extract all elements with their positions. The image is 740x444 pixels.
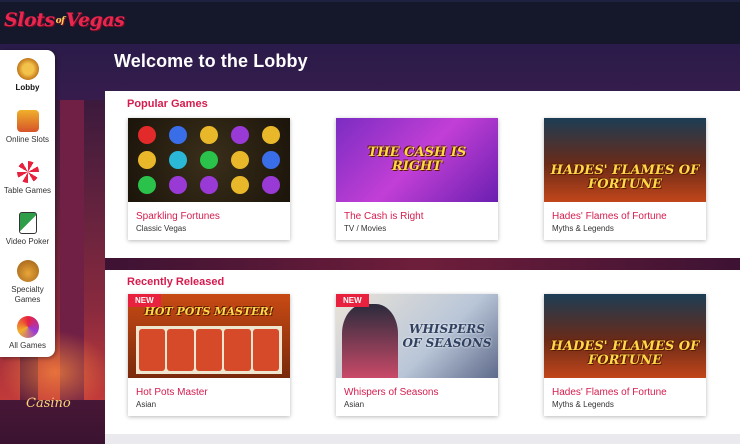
game-card-sparkling-fortunes[interactable]: Sparkling Fortunes Classic Vegas bbox=[128, 118, 290, 240]
sidebar-item-lobby[interactable]: Lobby bbox=[0, 58, 55, 93]
game-name: Hades' Flames of Fortune bbox=[552, 211, 667, 222]
playing-cards-icon bbox=[18, 212, 37, 234]
game-card-hades-flames-of-fortune-recent[interactable]: HADES' FLAMES OF FORTUNE Hades' Flames o… bbox=[544, 294, 706, 416]
game-thumbnail: THE CASH IS RIGHT bbox=[336, 118, 498, 202]
thumbnail-logo: WHISPERS OF SEASONS bbox=[402, 322, 492, 350]
game-name: The Cash is Right bbox=[344, 211, 424, 222]
sidebar-item-video-poker[interactable]: Video Poker bbox=[0, 212, 55, 247]
sidebar-item-label: Lobby bbox=[15, 83, 40, 92]
site-logo[interactable]: SlotsofVegas bbox=[4, 9, 125, 31]
game-card-whispers-of-seasons[interactable]: WHISPERS OF SEASONS NEW Whispers of Seas… bbox=[336, 294, 498, 416]
section-title: Recently Released bbox=[127, 276, 225, 288]
gem-grid bbox=[134, 124, 284, 196]
logo-tail: Vegas bbox=[65, 9, 125, 31]
thumbnail-logo: HOT POTS MASTER! bbox=[144, 305, 274, 319]
specialty-bowl-icon bbox=[16, 260, 39, 282]
game-category: Asian bbox=[136, 400, 157, 409]
page-title: Welcome to the Lobby bbox=[114, 51, 308, 71]
game-card-the-cash-is-right[interactable]: THE CASH IS RIGHT The Cash is Right TV /… bbox=[336, 118, 498, 240]
top-strip bbox=[0, 0, 740, 2]
character-art bbox=[342, 304, 398, 378]
game-category: TV / Movies bbox=[344, 224, 387, 233]
game-category: Myths & Legends bbox=[552, 400, 614, 409]
game-thumbnail: HADES' FLAMES OF FORTUNE bbox=[544, 294, 706, 378]
sidebar-item-label: Table Games bbox=[3, 186, 52, 195]
new-badge: NEW bbox=[128, 294, 161, 307]
recently-released-section: Recently Released HOT POTS MASTER! NEW H… bbox=[105, 270, 740, 434]
lobby-icon bbox=[16, 58, 39, 80]
game-category: Myths & Legends bbox=[552, 224, 614, 233]
game-category: Asian bbox=[344, 400, 365, 409]
reel-grid bbox=[136, 326, 282, 374]
sidebar-item-label: Online Slots bbox=[5, 135, 50, 144]
all-games-icon bbox=[16, 316, 39, 338]
game-thumbnail: WHISPERS OF SEASONS NEW bbox=[336, 294, 498, 378]
sidebar-item-all-games[interactable]: All Games bbox=[0, 316, 55, 351]
game-thumbnail: HOT POTS MASTER! NEW bbox=[128, 294, 290, 378]
thumbnail-logo: THE CASH IS RIGHT bbox=[367, 145, 467, 174]
popular-games-section: Popular Games Sparkling Fortunes Classic… bbox=[105, 91, 740, 258]
sidebar-item-table-games[interactable]: Table Games bbox=[0, 161, 55, 196]
logo-main: Slots bbox=[4, 9, 55, 31]
game-name: Hot Pots Master bbox=[136, 387, 208, 398]
background-band bbox=[105, 258, 740, 270]
casino-sign: Casino bbox=[26, 396, 71, 411]
logo-of: of bbox=[55, 16, 65, 26]
slot-machine-icon bbox=[16, 110, 39, 132]
roulette-icon bbox=[16, 161, 39, 183]
sidebar: Lobby Online Slots Table Games Video Pok… bbox=[0, 50, 55, 357]
game-name: Sparkling Fortunes bbox=[136, 211, 220, 222]
game-name: Whispers of Seasons bbox=[344, 387, 439, 398]
game-name: Hades' Flames of Fortune bbox=[552, 387, 667, 398]
thumbnail-logo: HADES' FLAMES OF FORTUNE bbox=[550, 339, 700, 369]
section-title: Popular Games bbox=[127, 98, 208, 110]
top-bar: SlotsofVegas bbox=[0, 0, 740, 44]
game-thumbnail: HADES' FLAMES OF FORTUNE bbox=[544, 118, 706, 202]
sidebar-item-specialty-games[interactable]: Specialty Games bbox=[0, 260, 55, 305]
next-section-edge bbox=[105, 434, 740, 444]
sidebar-item-label: All Games bbox=[9, 341, 46, 350]
new-badge: NEW bbox=[336, 294, 369, 307]
sidebar-item-label: Video Poker bbox=[5, 237, 50, 246]
game-card-hot-pots-master[interactable]: HOT POTS MASTER! NEW Hot Pots Master Asi… bbox=[128, 294, 290, 416]
sidebar-item-online-slots[interactable]: Online Slots bbox=[0, 110, 55, 145]
game-card-hades-flames-of-fortune[interactable]: HADES' FLAMES OF FORTUNE Hades' Flames o… bbox=[544, 118, 706, 240]
game-category: Classic Vegas bbox=[136, 224, 187, 233]
thumbnail-logo: HADES' FLAMES OF FORTUNE bbox=[550, 163, 700, 193]
game-thumbnail bbox=[128, 118, 290, 202]
sidebar-item-label: Specialty Games bbox=[11, 285, 44, 304]
